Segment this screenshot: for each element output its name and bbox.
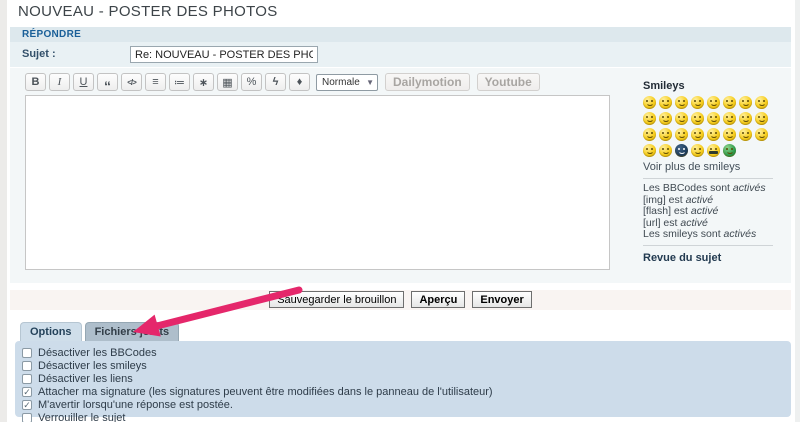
- smiley-cool-icon[interactable]: [739, 96, 752, 109]
- smiley-mrgreen-icon[interactable]: [723, 144, 736, 157]
- option-label: Désactiver les BBCodes: [38, 347, 157, 359]
- smiley-arrow-icon[interactable]: [675, 144, 688, 157]
- smiley-laugh-icon[interactable]: [707, 96, 720, 109]
- smiley-thumbs-icon[interactable]: [659, 112, 672, 125]
- flash-button[interactable]: ϟ: [265, 73, 286, 91]
- smiley-quiet-icon[interactable]: [739, 128, 752, 141]
- smiley-lol-icon[interactable]: [755, 96, 768, 109]
- option-row: Désactiver les liens: [22, 372, 791, 385]
- right-edge-strip: [795, 0, 800, 422]
- smiley-rolleyes-icon[interactable]: [691, 128, 704, 141]
- subject-label: Sujet :: [22, 48, 56, 60]
- option-label: Attacher ma signature (les signatures pe…: [38, 386, 493, 398]
- smiley-grid: [643, 96, 775, 157]
- option-row: Désactiver les BBCodes: [22, 346, 791, 359]
- forum-reply-page: NOUVEAU - POSTER DES PHOTOS RÉPONDRE Suj…: [0, 0, 800, 422]
- option-row: Désactiver les smileys: [22, 359, 791, 372]
- divider: [643, 178, 773, 179]
- smiley-eek-icon[interactable]: [691, 112, 704, 125]
- quote-button[interactable]: “: [97, 73, 118, 91]
- option-label: Désactiver les smileys: [38, 360, 147, 372]
- bbcode-status-list: Les BBCodes sont activés[img] est activé…: [643, 183, 783, 241]
- font-size-value: Normale: [322, 77, 360, 88]
- smiley-censored-icon[interactable]: [707, 144, 720, 157]
- smiley-teeth-icon[interactable]: [643, 112, 656, 125]
- font-color-button[interactable]: ♦: [289, 73, 310, 91]
- smiley-stern-icon[interactable]: [755, 128, 768, 141]
- subject-input[interactable]: [130, 46, 318, 63]
- option-checkbox[interactable]: [22, 348, 32, 358]
- unordered-list-button[interactable]: ≡: [145, 73, 166, 91]
- option-label: Verrouiller le sujet: [38, 412, 125, 422]
- image-button[interactable]: ▦: [217, 73, 238, 91]
- option-label: M'avertir lorsqu'une réponse est postée.: [38, 399, 233, 411]
- smiley-meh-icon[interactable]: [707, 112, 720, 125]
- option-checkbox[interactable]: [22, 361, 32, 371]
- submit-button-row: Sauvegarder le brouillon Aperçu Envoyer: [10, 290, 791, 310]
- option-checkbox[interactable]: [22, 413, 32, 422]
- smiley-neutral-icon[interactable]: [723, 96, 736, 109]
- reply-header: RÉPONDRE: [10, 27, 791, 42]
- smiley-smirk-icon[interactable]: [755, 112, 768, 125]
- smiley-dizzy-icon[interactable]: [691, 96, 704, 109]
- page-title: NOUVEAU - POSTER DES PHOTOS: [18, 3, 278, 20]
- submit-button[interactable]: Envoyer: [472, 291, 531, 308]
- smiley-question-icon[interactable]: [643, 144, 656, 157]
- youtube-button[interactable]: Youtube: [477, 73, 540, 91]
- smiley-sidebar: Smileys Voir plus de smileys Les BBCodes…: [643, 80, 783, 264]
- smiley-cry-icon[interactable]: [723, 128, 736, 141]
- smiley-geek-icon[interactable]: [675, 112, 688, 125]
- dailymotion-button[interactable]: Dailymotion: [385, 73, 470, 91]
- lower-tabs: Options Fichiers joints: [20, 322, 179, 341]
- option-label: Désactiver les liens: [38, 373, 133, 385]
- list-item-button[interactable]: ∗: [193, 73, 214, 91]
- ordered-list-button[interactable]: ≔: [169, 73, 190, 91]
- smiley-sad-icon[interactable]: [675, 96, 688, 109]
- option-checkbox[interactable]: [22, 374, 32, 384]
- toolbar-buttons: BIU“</>≡≔∗▦%ϟ♦: [25, 73, 310, 91]
- tab-fichiers-joints[interactable]: Fichiers joints: [85, 322, 180, 341]
- underline-button[interactable]: U: [73, 73, 94, 91]
- code-button[interactable]: </>: [121, 73, 142, 91]
- topic-review-link[interactable]: Revue du sujet: [643, 252, 783, 264]
- link-button[interactable]: %: [241, 73, 262, 91]
- options-panel: Désactiver les BBCodesDésactiver les smi…: [15, 341, 791, 417]
- preview-button[interactable]: Aperçu: [411, 291, 465, 308]
- smiley-shock-icon[interactable]: [659, 144, 672, 157]
- divider: [643, 245, 773, 246]
- smiley-evil-icon[interactable]: [707, 128, 720, 141]
- editor-section: BIU“</>≡≔∗▦%ϟ♦ Normale ▼ Dailymotion You…: [10, 68, 791, 283]
- option-row: ✓ Attacher ma signature (les signatures p…: [22, 385, 791, 398]
- save-draft-button[interactable]: Sauvegarder le brouillon: [269, 291, 404, 308]
- more-smileys-link[interactable]: Voir plus de smileys: [643, 161, 783, 173]
- left-edge-strip: [0, 0, 7, 422]
- option-checkbox[interactable]: ✓: [22, 400, 32, 410]
- bbcode-status-line: Les smileys sont activés: [643, 229, 783, 241]
- tab-options[interactable]: Options: [20, 322, 82, 341]
- smiley-wink-icon[interactable]: [739, 112, 752, 125]
- smiley-razz-icon[interactable]: [659, 128, 672, 141]
- smileys-title: Smileys: [643, 80, 783, 92]
- subject-row: Sujet :: [10, 42, 791, 67]
- smiley-bigsmile-icon[interactable]: [659, 96, 672, 109]
- option-row: Verrouiller le sujet: [22, 411, 791, 422]
- smiley-smile-icon[interactable]: [675, 128, 688, 141]
- bold-button[interactable]: B: [25, 73, 46, 91]
- font-size-select[interactable]: Normale ▼: [316, 74, 378, 91]
- italic-button[interactable]: I: [49, 73, 70, 91]
- smiley-frown-icon[interactable]: [723, 112, 736, 125]
- option-row: ✓ M'avertir lorsqu'une réponse est postée…: [22, 398, 791, 411]
- option-checkbox[interactable]: ✓: [22, 387, 32, 397]
- smiley-happy-icon[interactable]: [691, 144, 704, 157]
- bbcode-toolbar: BIU“</>≡≔∗▦%ϟ♦ Normale ▼ Dailymotion You…: [25, 73, 540, 91]
- message-textarea[interactable]: [25, 95, 610, 270]
- chevron-down-icon: ▼: [366, 78, 374, 87]
- smiley-grin-icon[interactable]: [643, 96, 656, 109]
- smiley-redface-icon[interactable]: [643, 128, 656, 141]
